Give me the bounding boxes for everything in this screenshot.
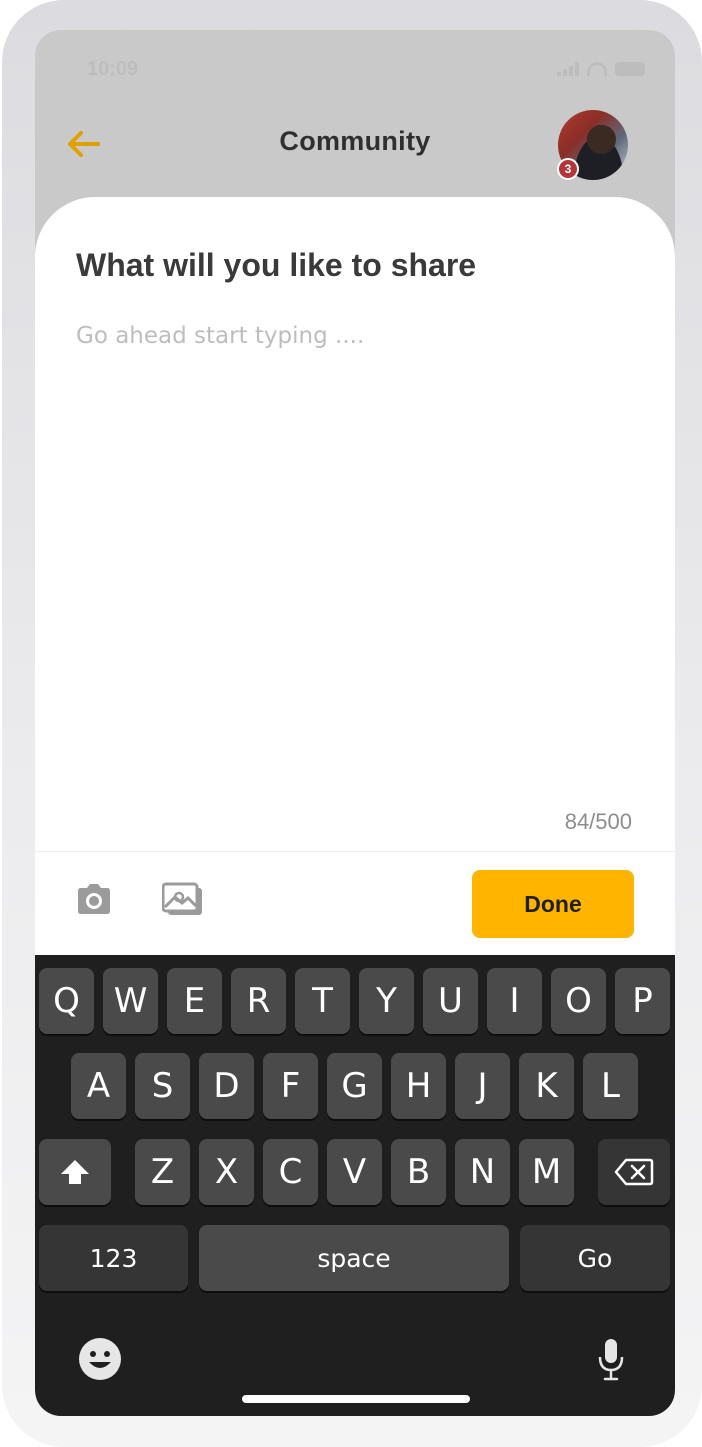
home-indicator[interactable] [242, 1395, 470, 1403]
battery-icon [615, 62, 645, 76]
space-key[interactable]: space [199, 1225, 509, 1291]
phone-screen: 10:09 Community 3 What will you like to … [35, 30, 675, 1416]
key-f[interactable]: F [263, 1053, 318, 1119]
key-z[interactable]: Z [135, 1139, 190, 1205]
key-d[interactable]: D [199, 1053, 254, 1119]
key-u[interactable]: U [423, 968, 478, 1034]
gallery-icon [161, 882, 202, 915]
done-button[interactable]: Done [472, 870, 634, 938]
wifi-icon [587, 62, 607, 76]
shift-icon [61, 1160, 89, 1184]
signal-icon [557, 62, 579, 76]
key-q[interactable]: Q [39, 968, 94, 1034]
key-x[interactable]: X [199, 1139, 254, 1205]
key-l[interactable]: L [583, 1053, 638, 1119]
compose-sheet: What will you like to share 84/500 [35, 197, 675, 957]
key-s[interactable]: S [135, 1053, 190, 1119]
status-bar: 10:09 [35, 30, 675, 110]
key-p[interactable]: P [615, 968, 670, 1034]
camera-button[interactable] [75, 882, 113, 921]
notification-badge: 3 [557, 158, 579, 180]
key-k[interactable]: K [519, 1053, 574, 1119]
key-y[interactable]: Y [359, 968, 414, 1034]
shift-key[interactable] [39, 1139, 111, 1205]
numbers-key[interactable]: 123 [39, 1225, 188, 1291]
key-a[interactable]: A [71, 1053, 126, 1119]
emoji-icon [79, 1338, 121, 1380]
status-time: 10:09 [87, 58, 139, 80]
key-g[interactable]: G [327, 1053, 382, 1119]
key-b[interactable]: B [391, 1139, 446, 1205]
microphone-button[interactable] [596, 1336, 626, 1387]
keyboard: Q W E R T Y U I O P A S D F G H J K L Z [35, 955, 675, 1416]
key-m[interactable]: M [519, 1139, 574, 1205]
toolbar-divider [35, 851, 675, 852]
key-v[interactable]: V [327, 1139, 382, 1205]
key-c[interactable]: C [263, 1139, 318, 1205]
backspace-icon [614, 1158, 654, 1186]
key-h[interactable]: H [391, 1053, 446, 1119]
camera-icon [78, 884, 110, 914]
key-r[interactable]: R [231, 968, 286, 1034]
microphone-icon [598, 1339, 624, 1381]
emoji-button[interactable] [77, 1336, 123, 1387]
device-frame: 10:09 Community 3 What will you like to … [2, 0, 702, 1447]
key-e[interactable]: E [167, 968, 222, 1034]
key-i[interactable]: I [487, 968, 542, 1034]
character-counter: 84/500 [564, 809, 632, 834]
status-icons [557, 62, 645, 76]
key-j[interactable]: J [455, 1053, 510, 1119]
key-n[interactable]: N [455, 1139, 510, 1205]
post-text-input[interactable] [76, 323, 636, 803]
compose-heading: What will you like to share [76, 247, 477, 283]
go-key[interactable]: Go [520, 1225, 670, 1291]
key-w[interactable]: W [103, 968, 158, 1034]
key-t[interactable]: T [295, 968, 350, 1034]
delete-key[interactable] [598, 1139, 670, 1205]
key-o[interactable]: O [551, 968, 606, 1034]
gallery-button[interactable] [161, 882, 204, 923]
